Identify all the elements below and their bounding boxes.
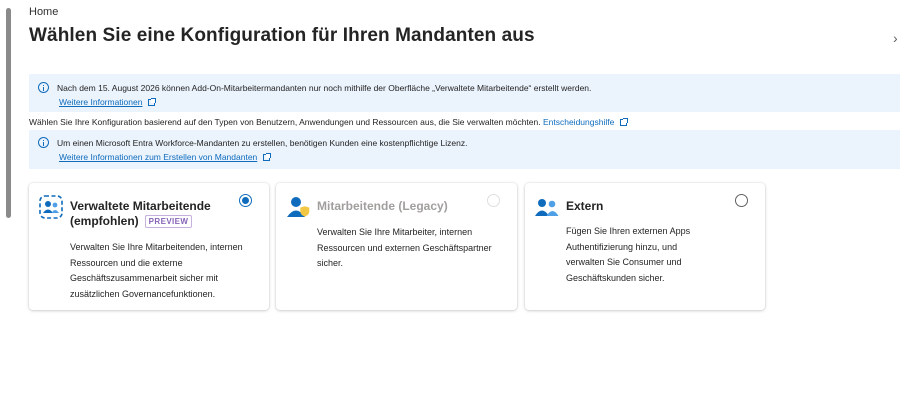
scrollbar[interactable] bbox=[6, 0, 12, 414]
config-description: Wählen Sie Ihre Konfiguration basierend … bbox=[29, 117, 629, 127]
create-tenant-info-link-label[interactable]: Weitere Informationen zum Erstellen von … bbox=[59, 152, 257, 162]
info-banner-license: Um einen Microsoft Entra Workforce-Manda… bbox=[29, 130, 900, 169]
option-card-managed-workforce[interactable]: Verwaltete Mitarbeitende (empfohlen) PREV… bbox=[29, 183, 269, 310]
decision-help-link[interactable]: Entscheidungshilfe bbox=[543, 117, 629, 127]
info-banner-deadline: Nach dem 15. August 2026 können Add-On-M… bbox=[29, 74, 900, 112]
preview-badge: PREVIEW bbox=[144, 215, 193, 228]
description-text: Wählen Sie Ihre Konfiguration basierend … bbox=[29, 117, 541, 127]
more-options-button[interactable]: ··· bbox=[502, 30, 517, 44]
radio-external[interactable] bbox=[735, 194, 748, 207]
create-tenant-info-link[interactable]: Weitere Informationen zum Erstellen von … bbox=[59, 152, 272, 162]
decision-help-link-label[interactable]: Entscheidungshilfe bbox=[543, 117, 614, 127]
card-description: Verwalten Sie Ihre Mitarbeiter, internen… bbox=[317, 227, 492, 268]
info-icon bbox=[38, 82, 49, 93]
external-link-icon bbox=[263, 153, 272, 161]
more-info-link[interactable]: Weitere Informationen bbox=[59, 97, 157, 107]
banner-text: Um einen Microsoft Entra Workforce-Manda… bbox=[57, 138, 468, 148]
collapse-icon[interactable]: › bbox=[893, 30, 898, 46]
radio-workforce-legacy bbox=[487, 194, 500, 207]
card-description: Verwalten Sie Ihre Mitarbeitenden, inter… bbox=[70, 242, 243, 299]
option-card-workforce-legacy: Mitarbeitende (Legacy) Verwalten Sie Ihr… bbox=[276, 183, 517, 310]
card-subtitle: (empfohlen) bbox=[70, 214, 139, 228]
external-users-icon bbox=[535, 199, 559, 216]
scrollbar-thumb[interactable] bbox=[6, 8, 11, 218]
breadcrumb-home[interactable]: Home bbox=[29, 6, 58, 18]
page-title: Wählen Sie eine Konfiguration für Ihren … bbox=[29, 25, 535, 46]
more-info-link-label[interactable]: Weitere Informationen bbox=[59, 97, 142, 107]
workforce-legacy-icon bbox=[287, 197, 310, 217]
card-description: Fügen Sie Ihren externen Apps Authentifi… bbox=[566, 226, 691, 283]
external-link-icon bbox=[620, 118, 629, 126]
banner-text: Nach dem 15. August 2026 können Add-On-M… bbox=[57, 83, 592, 93]
external-link-icon bbox=[148, 98, 157, 106]
info-icon bbox=[38, 137, 49, 148]
card-title: Extern bbox=[566, 199, 604, 213]
managed-workforce-icon bbox=[39, 195, 63, 219]
card-title-text: Verwaltete Mitarbeitende bbox=[70, 199, 211, 213]
card-title: Mitarbeitende (Legacy) bbox=[317, 199, 448, 213]
radio-managed-workforce[interactable] bbox=[239, 194, 252, 207]
card-title: Verwaltete Mitarbeitende (empfohlen) PREV… bbox=[70, 199, 211, 229]
option-card-external[interactable]: Extern Fügen Sie Ihren externen Apps Aut… bbox=[525, 183, 765, 310]
